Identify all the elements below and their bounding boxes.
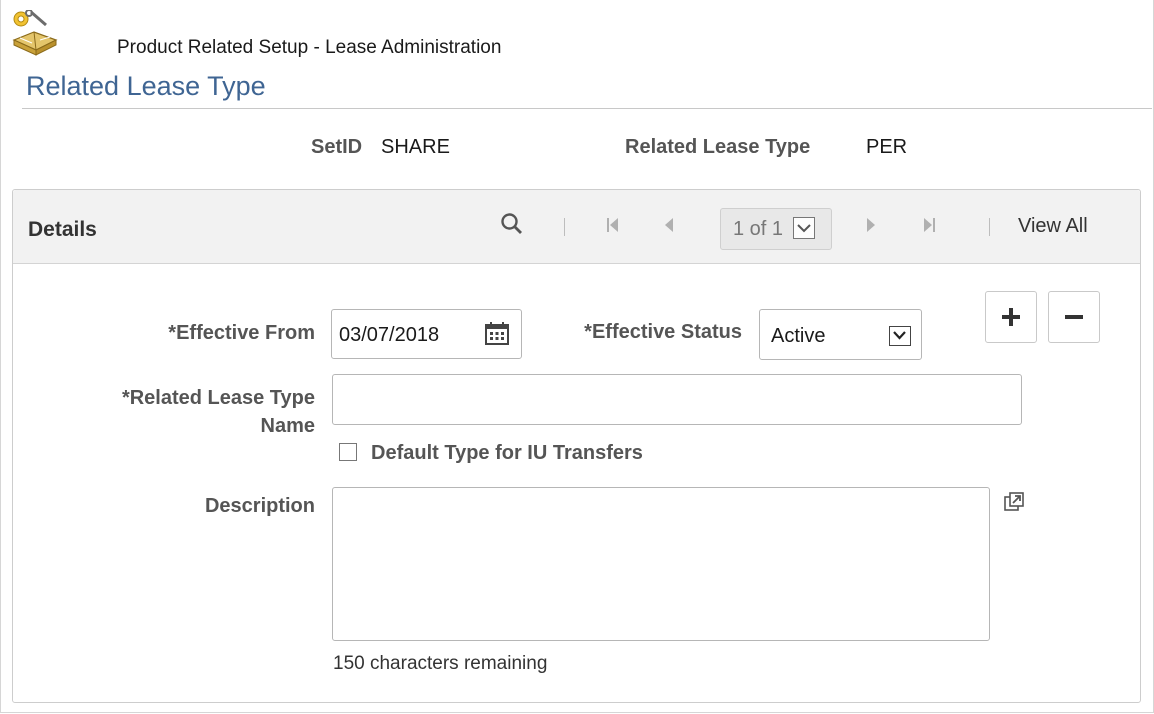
effective-status-select[interactable]: Active [759,309,922,360]
expand-popup-icon[interactable] [1003,491,1025,518]
chevron-down-icon[interactable] [793,217,815,239]
prev-page-icon[interactable] [663,214,675,241]
page-selector[interactable]: 1 of 1 [720,208,832,250]
effective-from-label: *Effective From [168,322,315,344]
delete-row-button[interactable] [1048,291,1100,343]
next-page-icon[interactable] [865,214,877,241]
delete-row-icon [1065,315,1083,319]
book-wrench-icon [10,9,60,62]
view-all-link[interactable]: View All [1018,215,1088,238]
nav-separator [564,218,565,236]
add-row-icon [1002,308,1020,326]
nav-separator [989,218,990,236]
add-row-button[interactable] [985,291,1037,343]
default-type-checkbox[interactable] [339,443,357,461]
details-header: Details 1 of 1 View All [13,190,1140,264]
pager-text: 1 of 1 [733,218,784,240]
related-lease-type-name-label: *Related Lease Type Name [60,384,315,440]
related-lease-type-name-input[interactable] [332,374,1022,425]
effective-from-value: 03/07/2018 [339,324,440,346]
effective-from-field[interactable]: 03/07/2018 [331,309,522,359]
description-textarea[interactable] [332,487,990,641]
description-label: Description [204,495,315,517]
related-lease-type-value: PER [866,136,908,158]
effective-status-label: *Effective Status [584,321,742,343]
chevron-down-icon[interactable] [889,326,911,346]
last-page-icon[interactable] [922,214,936,241]
effective-status-value: Active [771,325,826,347]
characters-remaining: 150 characters remaining [333,653,548,674]
label-line-2: Name [260,415,315,437]
default-type-label[interactable]: Default Type for IU Transfers [371,442,643,465]
setid-value: SHARE [381,136,450,158]
details-title: Details [28,218,97,241]
first-page-icon[interactable] [606,214,620,241]
calendar-icon[interactable] [484,320,510,351]
setid-label: SetID [311,136,363,158]
related-lease-type-label: Related Lease Type [625,136,811,158]
title-divider [22,108,1152,109]
label-line-1: *Related Lease Type [121,387,315,409]
page-title: Related Lease Type [26,71,266,101]
breadcrumb: Product Related Setup - Lease Administra… [117,37,502,58]
search-icon[interactable] [500,212,524,241]
